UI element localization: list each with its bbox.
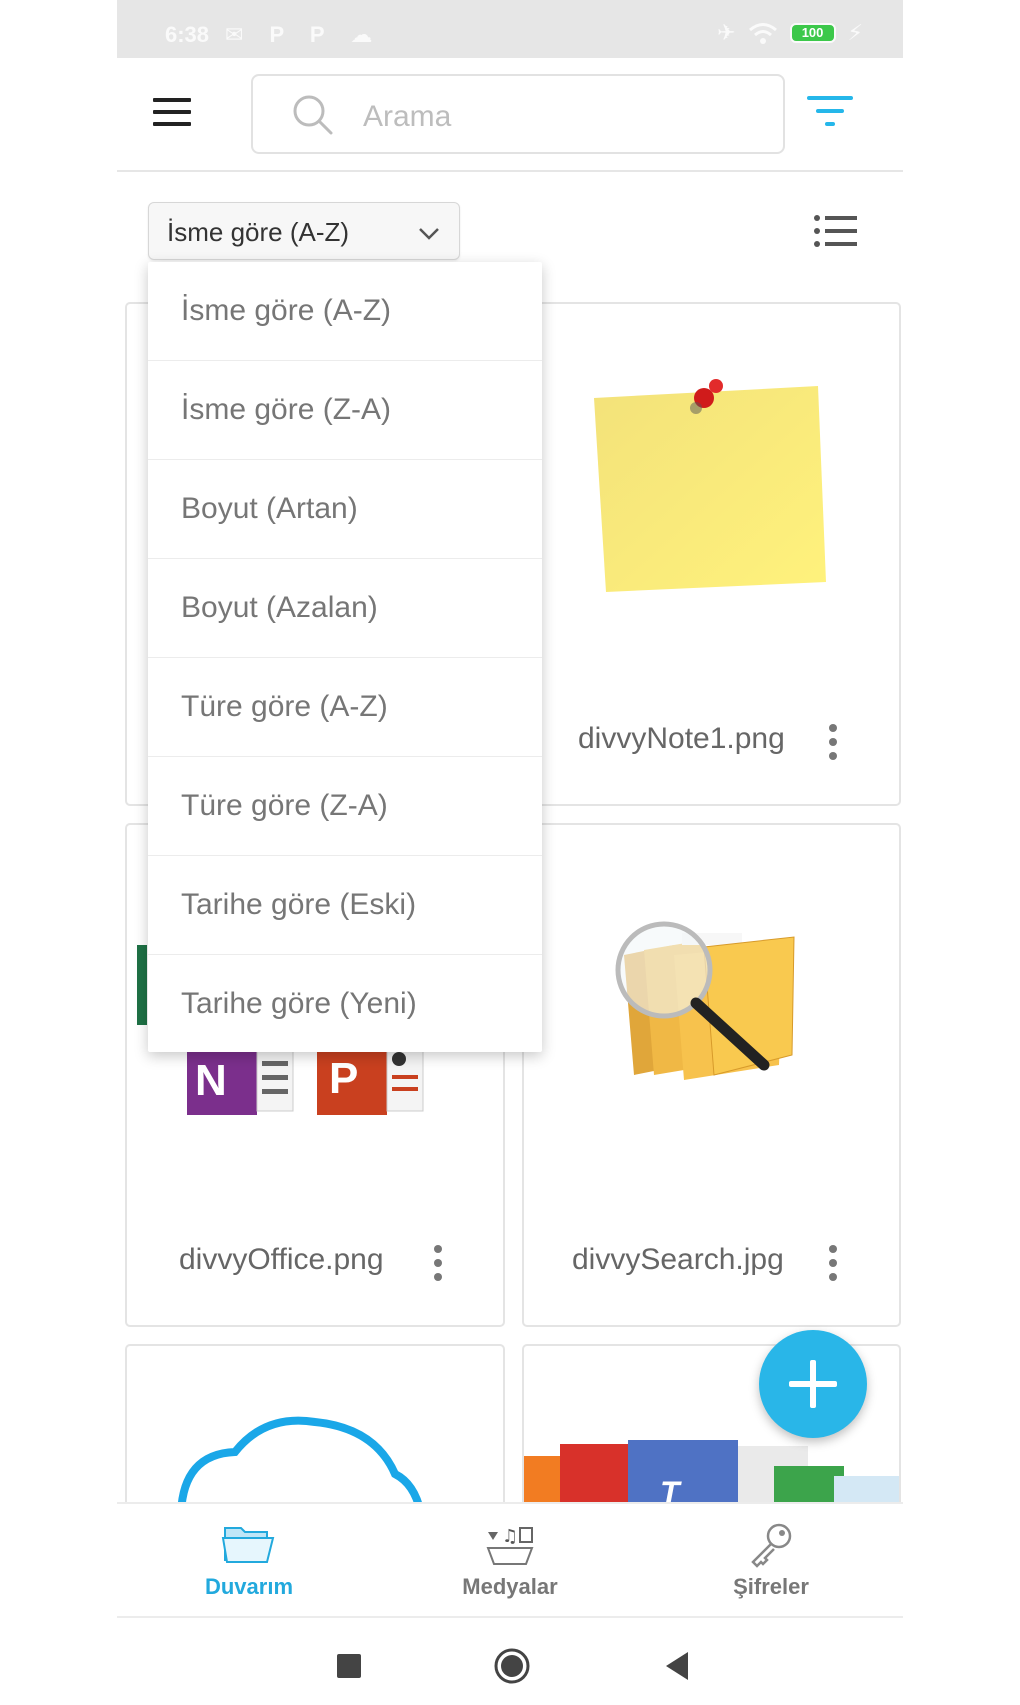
charging-icon: ⚡	[847, 20, 863, 45]
sort-option-label: İsme göre (A-Z)	[181, 294, 392, 327]
sort-dropdown-menu: İsme göre (A-Z) İsme göre (Z-A) Boyut (A…	[148, 262, 542, 1052]
sort-option[interactable]: Türe göre (A-Z)	[148, 658, 542, 757]
bottom-navigation: Duvarım ♫ Medyalar Şifreler	[117, 1502, 903, 1618]
sort-option-label: Boyut (Artan)	[181, 492, 358, 525]
status-time: 6:38	[165, 22, 210, 47]
sort-option[interactable]: Tarihe göre (Eski)	[148, 856, 542, 955]
nav-item-sifreler[interactable]: Şifreler	[671, 1520, 871, 1610]
sort-option-label: İsme göre (Z-A)	[181, 393, 392, 426]
search-input[interactable]: Arama	[251, 74, 785, 154]
home-button[interactable]	[492, 1646, 532, 1686]
file-card-cloud[interactable]	[125, 1344, 505, 1514]
nav-label-medyalar: Medyalar	[462, 1574, 558, 1599]
recent-apps-button[interactable]	[337, 1654, 361, 1678]
media-icon: ♫	[486, 1526, 534, 1565]
airplane-icon: ✈	[717, 20, 736, 45]
file-name: divvySearch.jpg	[572, 1243, 784, 1276]
search-placeholder: Arama	[363, 100, 452, 133]
file-card-divvysearch[interactable]: divvySearch.jpg	[522, 823, 901, 1327]
sort-option[interactable]: Boyut (Azalan)	[148, 559, 542, 658]
sort-option-label: Boyut (Azalan)	[181, 591, 378, 624]
folder-icon	[221, 1527, 275, 1563]
phone-screen: 6:38 ✉ P P ☁ ✈ 100 ⚡ Arama İsme göre (A-…	[117, 0, 903, 1705]
sort-option-label: Türe göre (Z-A)	[181, 789, 388, 822]
file-name: divvyNote1.png	[578, 722, 785, 755]
more-vertical-icon[interactable]	[828, 1245, 838, 1281]
status-bar: 6:38 ✉ P P ☁ ✈ 100 ⚡	[117, 0, 903, 58]
search-icon	[293, 95, 333, 135]
list-view-icon[interactable]	[813, 214, 857, 248]
nav-item-medyalar[interactable]: ♫ Medyalar	[410, 1520, 610, 1610]
sort-selected-label: İsme göre (A-Z)	[167, 217, 350, 247]
svg-text:♫: ♫	[502, 1526, 518, 1547]
sort-select[interactable]: İsme göre (A-Z)	[148, 202, 460, 260]
sticky-note-thumbnail	[594, 379, 826, 592]
nav-label-sifreler: Şifreler	[733, 1574, 809, 1599]
sort-option[interactable]: İsme göre (A-Z)	[148, 262, 542, 361]
filter-icon[interactable]	[807, 96, 857, 132]
key-icon	[751, 1523, 792, 1568]
nav-item-duvarim[interactable]: Duvarım	[149, 1520, 349, 1610]
top-bar: Arama	[117, 58, 903, 172]
system-navigation-bar	[117, 1618, 903, 1705]
sort-option[interactable]: İsme göre (Z-A)	[148, 361, 542, 460]
nav-label-duvarim: Duvarım	[204, 1574, 294, 1599]
sort-option-label: Tarihe göre (Eski)	[181, 888, 417, 921]
more-vertical-icon[interactable]	[433, 1245, 443, 1281]
add-button[interactable]	[759, 1330, 867, 1438]
more-vertical-icon[interactable]	[828, 724, 838, 760]
svg-text:N: N	[195, 1056, 227, 1105]
sort-option[interactable]: Türe göre (Z-A)	[148, 757, 542, 856]
sort-option[interactable]: Tarihe göre (Yeni)	[148, 955, 542, 1054]
sort-option-label: Tarihe göre (Yeni)	[181, 987, 417, 1020]
wifi-icon	[748, 23, 777, 44]
folder-search-thumbnail	[615, 921, 795, 1080]
file-card-divvynote1[interactable]: divvyNote1.png	[522, 302, 901, 806]
cloud-thumbnail	[177, 1416, 425, 1512]
hamburger-menu-icon[interactable]	[153, 98, 193, 128]
back-button[interactable]	[662, 1650, 692, 1682]
chevron-down-icon	[419, 228, 439, 240]
notification-icons: ✉ P P ☁	[225, 22, 383, 47]
status-right: ✈ 100 ⚡	[717, 20, 863, 46]
svg-text:P: P	[329, 1054, 358, 1103]
sort-option[interactable]: Boyut (Artan)	[148, 460, 542, 559]
sort-option-label: Türe göre (A-Z)	[181, 690, 388, 723]
documents-thumbnail: T	[524, 1440, 899, 1512]
file-name: divvyOffice.png	[179, 1243, 384, 1276]
battery-icon: 100	[789, 23, 836, 43]
